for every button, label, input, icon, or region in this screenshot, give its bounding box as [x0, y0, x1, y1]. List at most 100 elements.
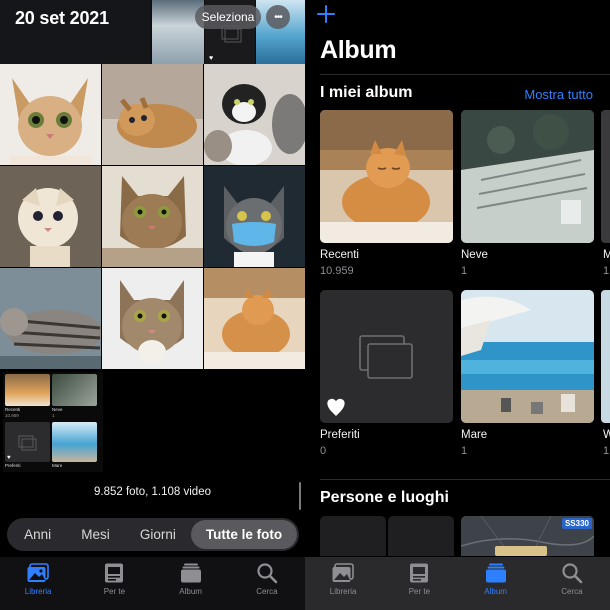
album-partial[interactable]	[601, 110, 610, 243]
tab-bar: Libreria Per te Album Cerca	[0, 557, 305, 610]
page-title: Album	[320, 36, 397, 64]
mini-album-count: 10.959	[5, 413, 19, 418]
tab-album[interactable]: Album	[161, 562, 221, 596]
tab-label: Album	[484, 587, 507, 596]
photo-cell[interactable]	[102, 268, 203, 369]
view-segmented-control: Anni Mesi Giorni Tutte le foto	[7, 518, 299, 551]
mini-album-cover: ♥	[5, 422, 50, 462]
album-count: 1	[603, 445, 610, 457]
places-map-card[interactable]: SS330	[461, 516, 594, 556]
segment-months[interactable]: Mesi	[66, 520, 125, 549]
segment-days[interactable]: Giorni	[125, 520, 191, 549]
cat-photo	[102, 64, 203, 165]
road-badge: SS330	[561, 518, 592, 529]
tab-label: Cerca	[561, 587, 583, 596]
photo-cell[interactable]	[204, 166, 305, 267]
tab-label: Per te	[408, 587, 431, 596]
photo-cell[interactable]	[102, 64, 203, 165]
mini-album-label: Preferiti	[5, 463, 21, 468]
search-icon	[257, 563, 278, 584]
scroll-indicator[interactable]	[299, 482, 301, 510]
add-album-icon[interactable]	[315, 3, 337, 25]
album-name: Preferiti	[320, 429, 360, 441]
album-count: 1	[461, 265, 468, 277]
mini-album-cover	[5, 374, 50, 406]
album-partial[interactable]	[601, 290, 610, 423]
library-panel: ♥ 20 set 2021 Seleziona ••• Recenti 10.9…	[0, 0, 305, 610]
select-button[interactable]: Seleziona	[195, 5, 261, 29]
tab-label: Libreria	[329, 587, 357, 596]
segment-years[interactable]: Anni	[9, 520, 66, 549]
search-icon	[562, 563, 583, 584]
mini-album-cover	[52, 422, 97, 462]
album-cover-snow	[461, 110, 594, 243]
tab-label: Cerca	[256, 587, 278, 596]
albums-panel: Album I miei album Mostra tutto Recenti …	[305, 0, 610, 610]
album-recents[interactable]	[320, 110, 453, 243]
masked-cat-photo	[204, 166, 305, 267]
album-stack-icon	[485, 563, 506, 583]
tab-search[interactable]: Cerca	[237, 562, 297, 596]
album-screenshot-thumbnail[interactable]: Recenti 10.959 Neve 1 ♥ Preferiti Mare	[3, 372, 103, 472]
album-name: W	[603, 429, 610, 441]
svg-text:♥: ♥	[7, 455, 11, 461]
tab-label: Libreria	[24, 587, 52, 596]
tab-bar: Libreria Per te Album Cerca	[305, 557, 610, 610]
cat-photo	[102, 268, 203, 369]
people-places-title: Persone e luoghi	[320, 489, 449, 506]
date-header: 20 set 2021	[15, 8, 109, 28]
tab-label: Per te	[103, 587, 126, 596]
photos-library-icon	[332, 563, 354, 582]
tab-label: Album	[179, 587, 202, 596]
tab-for-you[interactable]: Per te	[389, 562, 449, 596]
photo-cell[interactable]	[0, 64, 101, 165]
album-count: 0	[320, 445, 327, 457]
mini-album-label: Neve	[52, 407, 63, 412]
tab-for-you[interactable]: Per te	[84, 562, 144, 596]
see-all-link[interactable]: Mostra tutto	[524, 87, 593, 102]
people-card[interactable]	[320, 516, 386, 556]
my-albums-title: I miei album	[320, 84, 413, 101]
album-name: Mare	[461, 429, 488, 441]
tab-search[interactable]: Cerca	[542, 562, 602, 596]
tab-album[interactable]: Album	[466, 562, 526, 596]
cat-photo	[0, 268, 101, 369]
cat-photo	[204, 268, 305, 369]
photo-cell[interactable]	[204, 268, 305, 369]
tab-library[interactable]: Libreria	[8, 562, 68, 596]
mini-album-label: Mare	[52, 463, 63, 468]
album-count: 1	[603, 265, 610, 277]
segment-all-photos[interactable]: Tutte le foto	[190, 520, 297, 549]
divider	[320, 479, 610, 480]
photo-cell[interactable]	[204, 64, 305, 165]
album-cover-sea	[461, 290, 594, 423]
mini-album-label: Recenti	[5, 407, 21, 412]
people-card[interactable]	[388, 516, 454, 556]
album-name: Recenti	[320, 249, 359, 261]
album-snow[interactable]	[461, 110, 594, 243]
photo-cell[interactable]	[102, 166, 203, 267]
for-you-icon	[105, 563, 124, 583]
mini-album-count: 1	[52, 413, 55, 418]
album-sea[interactable]	[461, 290, 594, 423]
photo-cell[interactable]	[0, 268, 101, 369]
cat-photo	[102, 166, 203, 267]
photo-cell[interactable]	[0, 166, 101, 267]
photos-library-icon	[27, 563, 49, 582]
cat-photo	[0, 166, 101, 267]
album-favorites[interactable]	[320, 290, 453, 423]
library-counts: 9.852 foto, 1.108 video	[93, 486, 211, 498]
heart-icon	[327, 398, 345, 416]
tab-library[interactable]: Libreria	[313, 562, 373, 596]
album-placeholder-icon: ♥	[7, 435, 37, 461]
divider	[320, 74, 610, 75]
album-name: Neve	[461, 249, 488, 261]
album-stack-icon	[180, 563, 201, 583]
album-placeholder-icon	[327, 335, 413, 416]
album-cover-cat	[320, 110, 453, 243]
more-options-button[interactable]: •••	[266, 5, 290, 29]
photo-grid	[0, 64, 305, 370]
kittens-photo	[204, 64, 305, 165]
mini-album-cover	[52, 374, 97, 406]
cat-photo	[0, 64, 101, 165]
